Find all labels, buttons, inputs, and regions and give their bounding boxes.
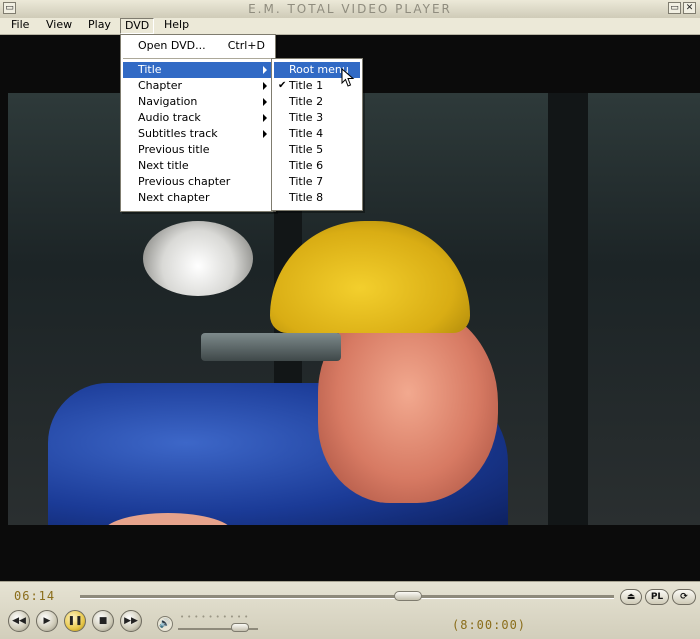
scene-post-right (548, 93, 588, 525)
volume-thumb[interactable] (230, 623, 249, 632)
forward-button[interactable]: ▶▶ (120, 610, 142, 632)
submenu-arrow-icon (263, 82, 267, 90)
dvd-menu-audio-track[interactable]: Audio track (123, 110, 273, 126)
seek-thumb[interactable] (393, 591, 422, 601)
dvd-menu-title[interactable]: Title (123, 62, 273, 78)
dvd-menu-next-title[interactable]: Next title (123, 158, 273, 174)
title-submenu-title-5[interactable]: Title 5 (274, 142, 360, 158)
restore-button[interactable]: ▭ (668, 2, 681, 14)
checkmark-icon: ✔ (278, 80, 287, 91)
volume-icon[interactable]: 🔊 (157, 616, 173, 632)
menu-separator (123, 58, 273, 60)
title-submenu-title-7[interactable]: Title 7 (274, 174, 360, 190)
title-bar: ▭ E.M. TOTAL VIDEO PLAYER ▭ ✕ (0, 0, 700, 19)
close-button[interactable]: ✕ (683, 2, 696, 14)
title-submenu-title-6[interactable]: Title 6 (274, 158, 360, 174)
stop-button[interactable]: ■ (92, 610, 114, 632)
pause-button[interactable]: ❚❚ (64, 610, 86, 632)
menu-view[interactable]: View (42, 18, 76, 34)
scene-lamp (143, 221, 253, 296)
control-bar: 06:14 ⏏ PL ⟳ ◀◀ ▶ ❚❚ ■ ▶▶ (8:00:00) (0, 581, 700, 639)
submenu-arrow-icon (263, 114, 267, 122)
scene-face (318, 303, 498, 503)
dvd-menu-subtitles-track-label: Subtitles track (138, 127, 218, 140)
submenu-arrow-icon (263, 98, 267, 106)
loop-button[interactable]: ⟳ (672, 589, 696, 605)
dvd-menu-chapter[interactable]: Chapter (123, 78, 273, 94)
dvd-menu-navigation[interactable]: Navigation (123, 94, 273, 110)
total-time: (8:00:00) (452, 618, 527, 632)
dvd-menu-navigation-label: Navigation (138, 95, 198, 108)
submenu-arrow-icon (263, 66, 267, 74)
eject-button[interactable]: ⏏ (620, 589, 642, 605)
play-button[interactable]: ▶ (36, 610, 58, 632)
playlist-button[interactable]: PL (645, 589, 669, 605)
menu-dvd[interactable]: DVD (120, 18, 155, 34)
window-title: E.M. TOTAL VIDEO PLAYER (248, 2, 452, 16)
title-submenu-title-4[interactable]: Title 4 (274, 126, 360, 142)
elapsed-time: 06:14 (14, 589, 56, 603)
dvd-menu-audio-track-label: Audio track (138, 111, 201, 124)
title-submenu-title-3[interactable]: Title 3 (274, 110, 360, 126)
dvd-menu-chapter-label: Chapter (138, 79, 182, 92)
menu-file[interactable]: File (7, 18, 33, 34)
dvd-menu-next-chapter[interactable]: Next chapter (123, 190, 273, 206)
dvd-menu-dropdown: Open DVD... Ctrl+D Title Chapter Navigat… (120, 34, 276, 212)
dvd-menu-previous-title[interactable]: Previous title (123, 142, 273, 158)
mouse-cursor-icon (341, 68, 355, 87)
submenu-arrow-icon (263, 130, 267, 138)
seek-track[interactable] (80, 595, 614, 599)
title-submenu-title-1-label: Title 1 (289, 79, 324, 92)
dvd-menu-open-shortcut: Ctrl+D (227, 39, 265, 52)
rewind-button[interactable]: ◀◀ (8, 610, 30, 632)
menu-bar: File View Play DVD Help (0, 18, 700, 35)
volume-scale-dots: •••••••••• (180, 613, 252, 621)
dvd-menu-title-label: Title (138, 63, 162, 76)
menu-play[interactable]: Play (84, 18, 115, 34)
dvd-menu-open-label: Open DVD... (138, 39, 206, 52)
menu-help[interactable]: Help (160, 18, 193, 34)
title-submenu-title-2[interactable]: Title 2 (274, 94, 360, 110)
title-submenu-title-8[interactable]: Title 8 (274, 190, 360, 206)
dvd-menu-open[interactable]: Open DVD... Ctrl+D (123, 38, 273, 54)
dvd-menu-previous-chapter[interactable]: Previous chapter (123, 174, 273, 190)
dvd-menu-subtitles-track[interactable]: Subtitles track (123, 126, 273, 142)
scene-clamp (201, 333, 341, 361)
